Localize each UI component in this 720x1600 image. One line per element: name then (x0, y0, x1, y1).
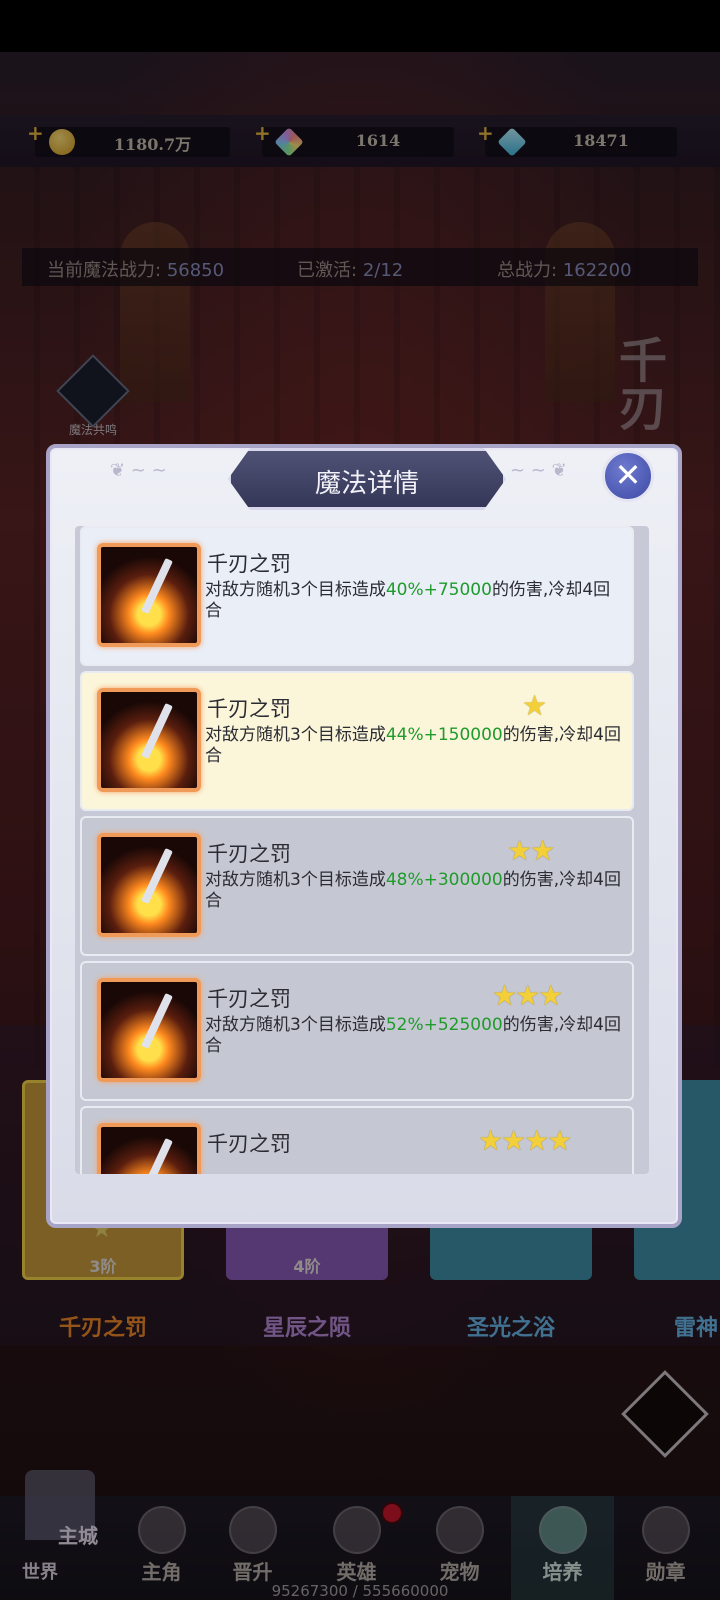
thousand-blades-skill-icon (97, 833, 201, 937)
skill-name: 千刃之罚 (207, 842, 291, 866)
skill-name: 千刃之罚 (207, 1132, 291, 1156)
star-rating-icon: ★★★ (492, 979, 563, 1012)
status-bar (0, 0, 720, 52)
skill-description: 对敌方随机3个目标造成40%+75000的伤害,冷却4回合 (205, 580, 611, 621)
skill-row-2-star: 千刃之罚 ★★ 对敌方随机3个目标造成48%+300000的伤害,冷却4回合 (80, 816, 634, 956)
skill-row-4-star: 千刃之罚 ★★★★ (80, 1106, 634, 1174)
star-rating-icon: ★ (522, 689, 547, 722)
close-icon: ✕ (614, 456, 642, 494)
skill-name: 千刃之罚 (207, 552, 291, 576)
skill-row-base: 千刃之罚 对敌方随机3个目标造成40%+75000的伤害,冷却4回合 (80, 526, 634, 666)
ornament-left-icon: ❦ ~ ~ (110, 460, 167, 481)
thousand-blades-skill-icon (97, 978, 201, 1082)
thousand-blades-skill-icon (97, 688, 201, 792)
close-button[interactable]: ✕ (602, 450, 654, 502)
skill-description: 对敌方随机3个目标造成52%+525000的伤害,冷却4回合 (205, 1015, 621, 1056)
star-rating-icon: ★★★★ (478, 1124, 572, 1157)
skill-description: 对敌方随机3个目标造成44%+150000的伤害,冷却4回合 (205, 725, 621, 766)
modal-title-banner: 魔法详情 (228, 448, 506, 510)
thousand-blades-skill-icon (97, 1123, 201, 1174)
magic-detail-modal: ❦ ~ ~ ~ ~ ❦ 魔法详情 ✕ 千刃之罚 对敌方随机3个目标造成40%+7… (46, 444, 682, 1228)
skill-list[interactable]: 千刃之罚 对敌方随机3个目标造成40%+75000的伤害,冷却4回合 千刃之罚 … (75, 526, 649, 1174)
thousand-blades-skill-icon (97, 543, 201, 647)
skill-name: 千刃之罚 (207, 697, 291, 721)
skill-description: 对敌方随机3个目标造成48%+300000的伤害,冷却4回合 (205, 870, 621, 911)
skill-row-1-star: 千刃之罚 ★ 对敌方随机3个目标造成44%+150000的伤害,冷却4回合 (80, 671, 634, 811)
skill-row-3-star: 千刃之罚 ★★★ 对敌方随机3个目标造成52%+525000的伤害,冷却4回合 (80, 961, 634, 1101)
modal-title: 魔法详情 (314, 469, 419, 499)
star-rating-icon: ★★ (507, 834, 555, 867)
skill-name: 千刃之罚 (207, 987, 291, 1011)
